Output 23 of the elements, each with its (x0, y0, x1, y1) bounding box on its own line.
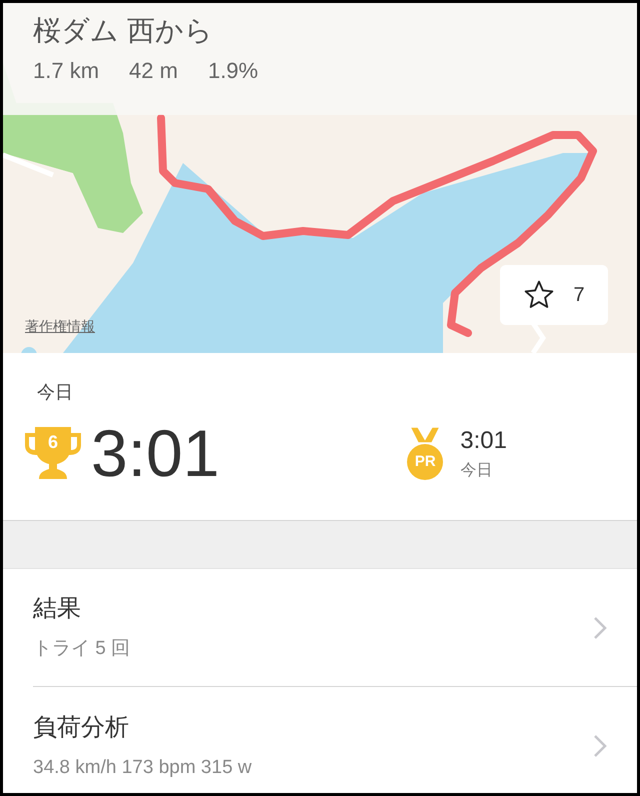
segment-title: 桜ダム 西から (33, 14, 214, 48)
date-label: 今日 (37, 381, 74, 404)
segment-stat: 42 m (129, 57, 178, 85)
chevron-right-icon (593, 734, 607, 758)
medal-label: PR (414, 454, 437, 469)
star-button[interactable]: 7 (500, 265, 608, 325)
pr-date: 今日 (460, 461, 494, 481)
chevron-right-icon (593, 616, 607, 640)
row-subtitle: 34.8 km/h 173 bpm 315 w (33, 756, 253, 780)
row-title: 負荷分析 (33, 712, 130, 743)
effort-time: 3:01 (91, 420, 220, 486)
segment-stat: 1.9% (208, 57, 258, 85)
list-row[interactable]: 結果 トライ 5 回 (33, 569, 637, 687)
segment-stat: 1.7 km (33, 57, 100, 85)
row-subtitle: トライ 5 回 (33, 637, 132, 662)
list-row[interactable]: 負荷分析 34.8 km/h 173 bpm 315 w (33, 687, 637, 793)
copyright-link[interactable]: 著作権情報 (25, 316, 95, 337)
trophy-rank: 6 (46, 433, 59, 451)
trophy-icon (23, 425, 83, 481)
medal-icon (406, 425, 444, 481)
pr-time: 3:01 (460, 426, 507, 456)
row-title: 結果 (33, 594, 82, 624)
star-icon (523, 279, 556, 311)
